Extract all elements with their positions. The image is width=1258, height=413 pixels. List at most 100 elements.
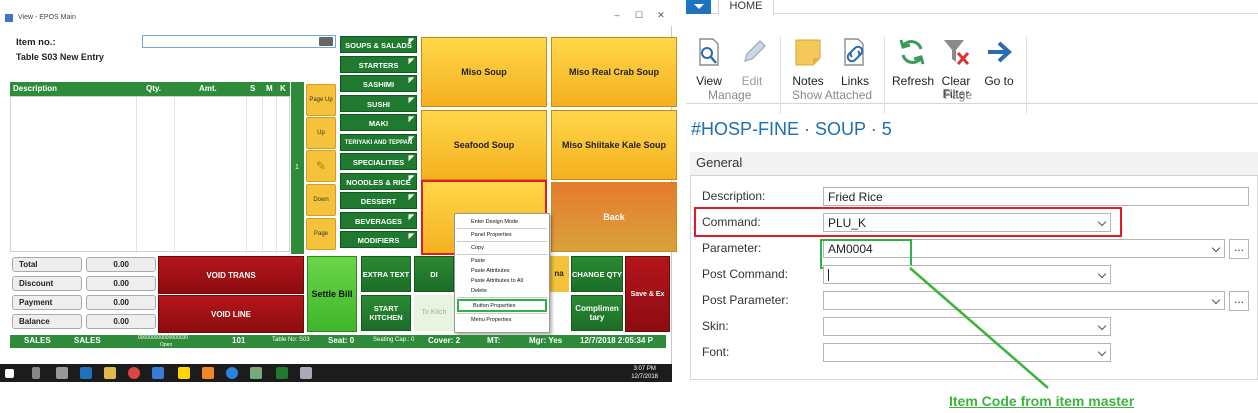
epos-window: View - EPOS Main – ☐ ✕ Item no.: Table S…: [0, 0, 677, 382]
void-trans-button[interactable]: VOID TRANS: [158, 256, 304, 294]
app-icon-1[interactable]: [152, 367, 164, 379]
category-dessert[interactable]: DESSERT ◤: [340, 192, 417, 209]
page-up-button[interactable]: Page Up: [306, 84, 336, 116]
category-noodles-rice[interactable]: NOODLES & RICE ◤: [340, 173, 417, 190]
up-button[interactable]: Up: [306, 117, 336, 149]
void-line-button[interactable]: VOID LINE: [158, 295, 304, 333]
view-button[interactable]: View: [694, 36, 724, 88]
app-icon-3[interactable]: [250, 367, 262, 379]
start-icon[interactable]: [5, 369, 14, 378]
sales-grid[interactable]: [10, 96, 290, 253]
menu-delete[interactable]: Delete: [455, 286, 549, 296]
menu-button-properties[interactable]: Button Properties: [457, 299, 547, 312]
general-section-header[interactable]: General: [690, 152, 1258, 176]
maximize-button[interactable]: ☐: [632, 10, 646, 21]
menu-paste-attributes[interactable]: Paste Attributes: [455, 266, 549, 276]
keyboard-icon[interactable]: [319, 37, 333, 46]
edit-pencil-button[interactable]: ✎: [306, 150, 336, 182]
status-datetime: 12/7/2018 2:05:34 P: [580, 336, 653, 345]
command-select[interactable]: PLU_K: [823, 213, 1111, 232]
store-icon[interactable]: [80, 367, 92, 379]
payment-value: 0.00: [86, 295, 156, 310]
category-sashimi[interactable]: SASHIMI ◤: [340, 75, 417, 92]
chevron-down-icon: [1097, 321, 1107, 331]
menu-panel-properties[interactable]: Panel Properties: [455, 230, 549, 240]
grid-scroll-strip[interactable]: 1: [291, 82, 304, 254]
sticky-notes-icon[interactable]: [178, 367, 190, 379]
tile-back[interactable]: Back: [551, 182, 677, 252]
save-exit-button[interactable]: Save & Ex: [625, 256, 670, 332]
category-soups-salads[interactable]: SOUPS & SALADS ◤: [340, 36, 417, 53]
category-sushi[interactable]: SUSHI ◤: [340, 95, 417, 112]
parameter-label: Parameter:: [702, 241, 762, 255]
app-icon-2[interactable]: [202, 367, 214, 379]
description-field[interactable]: Fried Rice: [823, 187, 1249, 206]
di-button[interactable]: DI: [414, 256, 454, 292]
partial-tile-button[interactable]: na: [549, 256, 569, 292]
to-kitchen-button[interactable]: To Kitch: [414, 295, 454, 331]
annotation-text: Item Code from item master: [949, 393, 1135, 409]
complimentary-button[interactable]: Complimen tary: [571, 295, 623, 331]
tile-miso-shiitake-kale-soup[interactable]: Miso Shiitake Kale Soup: [551, 110, 677, 180]
category-beverages[interactable]: BEVERAGES ◤: [340, 212, 417, 229]
settle-bill-button[interactable]: Settle Bill: [307, 256, 357, 332]
category-specialities[interactable]: SPECIALITIES ◤: [340, 153, 417, 170]
col-qty: Qty.: [146, 84, 161, 93]
category-maki[interactable]: MAKI ◤: [340, 114, 417, 131]
down-button[interactable]: Down: [306, 184, 336, 216]
links-button[interactable]: Links: [838, 36, 872, 88]
post-parameter-lookup-button[interactable]: ...: [1229, 291, 1249, 311]
search-icon[interactable]: [32, 367, 40, 379]
skype-icon[interactable]: [226, 367, 238, 379]
group-manage: Manage: [708, 88, 752, 102]
task-view-icon[interactable]: [56, 367, 68, 379]
file-explorer-icon[interactable]: [104, 367, 116, 379]
ribbon: View Edit Notes Links Refresh Clear Filt…: [686, 14, 1258, 114]
tile-miso-soup[interactable]: Miso Soup: [421, 37, 547, 107]
app-menu-button[interactable]: [686, 0, 711, 14]
status-sales-2: SALES: [74, 336, 101, 345]
close-button[interactable]: ✕: [654, 10, 668, 21]
col-description: Description: [13, 84, 58, 93]
excel-icon[interactable]: [276, 367, 288, 379]
goto-button[interactable]: Go to: [982, 36, 1016, 88]
page-title: #HOSP-FINE · SOUP · 5: [691, 119, 892, 139]
category-teriyaki-teppan[interactable]: TERIYAKI AND TEPPAN ◤: [340, 134, 417, 151]
epos-titlebar: View - EPOS Main – ☐ ✕: [0, 0, 672, 26]
edit-button[interactable]: Edit: [737, 36, 767, 88]
tile-miso-real-crab-soup[interactable]: Miso Real Crab Soup: [551, 37, 677, 107]
refresh-button[interactable]: Refresh: [892, 36, 934, 88]
command-label: Command:: [702, 215, 761, 229]
tab-home[interactable]: HOME: [718, 0, 774, 15]
parameter-lookup-button[interactable]: ...: [1229, 239, 1249, 259]
goto-icon: [988, 41, 1012, 63]
taskbar-clock[interactable]: 3:07 PM 12/7/2018: [631, 365, 658, 381]
balance-value: 0.00: [86, 314, 156, 329]
epos-status-bar: SALES SALES 000000000000000030 Open 101 …: [10, 335, 666, 348]
status-cover: Cover: 2: [428, 336, 461, 345]
menu-menu-properties[interactable]: Menu Properties: [455, 315, 549, 325]
item-no-input[interactable]: [142, 35, 336, 48]
menu-paste[interactable]: Paste: [455, 256, 549, 266]
edit-label: Edit: [741, 74, 763, 88]
minimize-button[interactable]: –: [610, 10, 624, 20]
menu-enter-design-mode[interactable]: Enter Design Mode: [455, 217, 549, 227]
change-qty-button[interactable]: CHANGE QTY: [571, 256, 623, 292]
description-value: Fried Rice: [828, 190, 883, 204]
total-value: 0.00: [86, 257, 156, 272]
chevron-down-icon: [1097, 217, 1107, 227]
menu-paste-attributes-all[interactable]: Paste Attributes to All: [455, 276, 549, 286]
total-label: Total: [12, 257, 82, 272]
app-icon-4[interactable]: [300, 367, 312, 379]
category-modifiers[interactable]: MODIFIERS ◤: [340, 231, 417, 248]
start-kitchen-button[interactable]: START KITCHEN: [361, 295, 411, 331]
category-starters[interactable]: STARTERS ◤: [340, 56, 417, 73]
status-seat: Seat: 0: [328, 336, 355, 345]
notes-button[interactable]: Notes: [791, 36, 825, 88]
extra-text-button[interactable]: EXTRA TEXT: [361, 256, 411, 292]
status-open: Open: [160, 342, 173, 348]
chrome-icon[interactable]: [128, 367, 140, 379]
tile-seafood-soup[interactable]: Seafood Soup: [421, 110, 547, 180]
menu-copy[interactable]: Copy: [455, 243, 549, 253]
page-down-button[interactable]: Page Down: [306, 218, 336, 267]
